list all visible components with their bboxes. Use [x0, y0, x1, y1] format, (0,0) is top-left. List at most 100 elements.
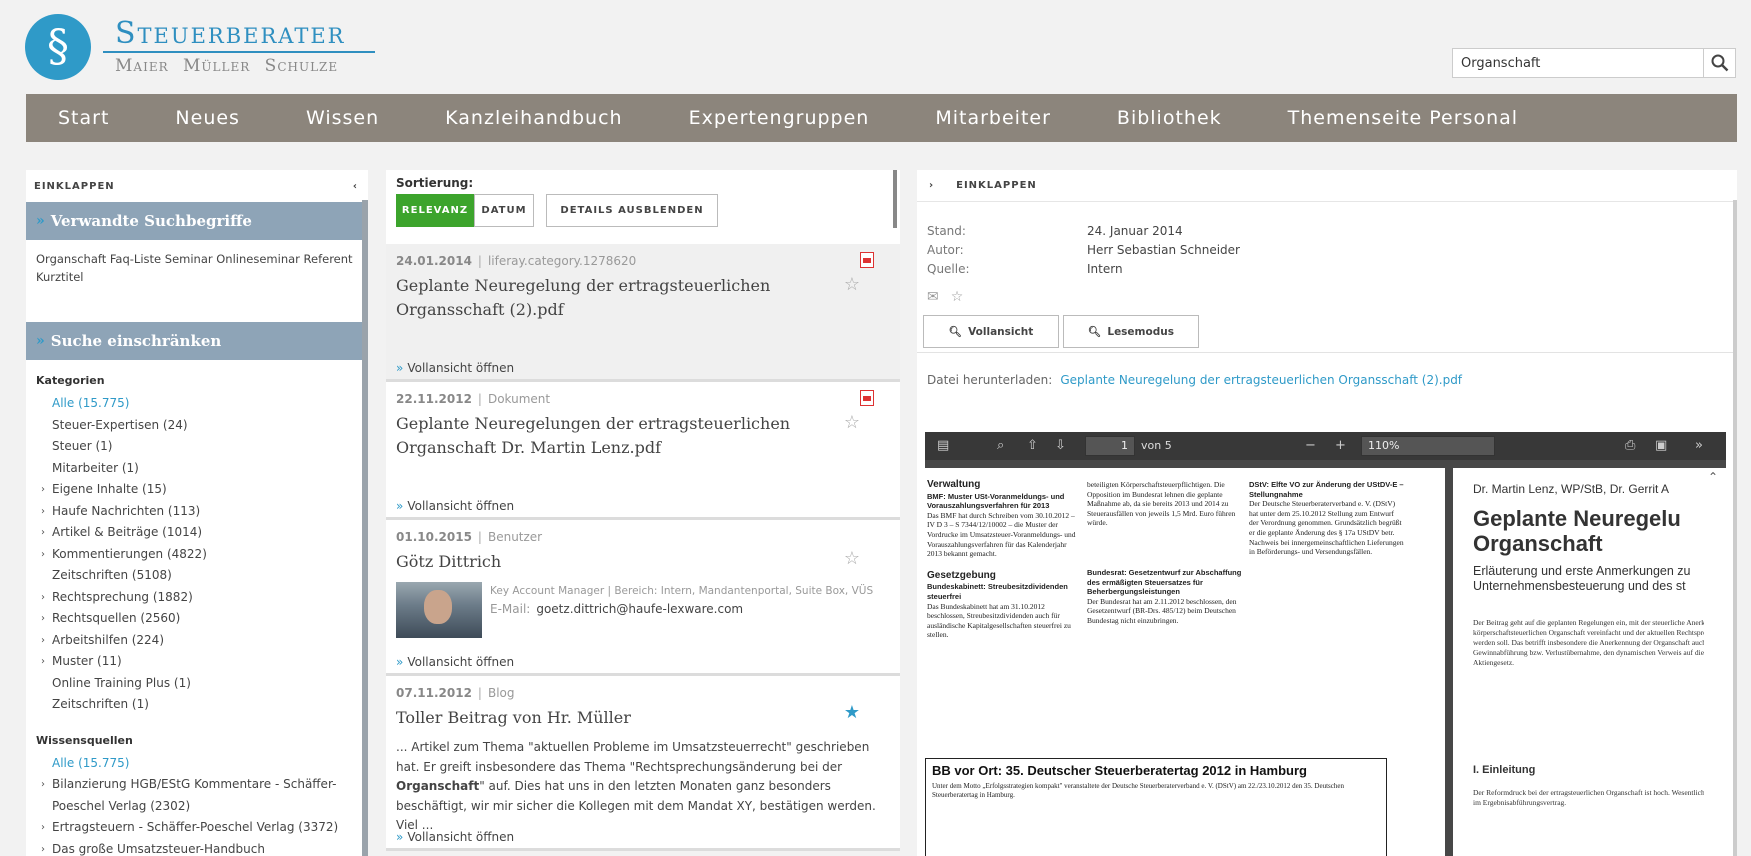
nav-item-bibliothek[interactable]: Bibliothek: [1117, 107, 1222, 129]
filter-item[interactable]: › Kommentierungen (4822): [36, 544, 368, 566]
pdf-scrollbar[interactable]: ⌃: [1704, 468, 1726, 856]
collapse-left-icon[interactable]: ‹: [353, 181, 358, 192]
filter-item[interactable]: Mitarbeiter (1): [36, 458, 368, 480]
left-collapse-bar[interactable]: EINKLAPPEN ‹: [26, 170, 368, 202]
filter-item[interactable]: › Arbeitshilfen (224): [36, 630, 368, 652]
zoom-select[interactable]: 110%: [1361, 436, 1495, 456]
save-icon[interactable]: ▣: [1655, 438, 1667, 453]
nav-item-wissen[interactable]: Wissen: [306, 107, 379, 129]
firm-logo[interactable]: § Steuerberater Maier Müller Schulze: [25, 14, 375, 84]
chevron-right-icon[interactable]: ›: [41, 817, 45, 839]
right-collapse-bar[interactable]: › EINKLAPPEN: [917, 170, 1737, 202]
chevron-right-icon[interactable]: ›: [41, 608, 45, 630]
sort-relevance-button[interactable]: RELEVANZ: [396, 194, 474, 227]
star-icon[interactable]: ☆: [844, 274, 860, 295]
star-filled-icon[interactable]: ★: [844, 702, 860, 723]
filter-item[interactable]: › Ertragsteuern - Schäffer-Poeschel Verla…: [36, 817, 368, 839]
chevron-right-icon[interactable]: ›: [41, 651, 45, 673]
download-link[interactable]: Geplante Neuregelung der ertragsteuerlic…: [1060, 373, 1462, 387]
search-icon[interactable]: ⌕: [997, 438, 1004, 453]
next-page-icon[interactable]: ⇩: [1055, 438, 1066, 453]
filter-item[interactable]: › Bilanzierung HGB/EStG Kommentare - Schä…: [36, 774, 368, 796]
left-scrollbar[interactable]: [362, 200, 368, 856]
nav-item-expertengruppen[interactable]: Expertengruppen: [689, 107, 870, 129]
filter-item[interactable]: › Rechtsquellen (2560): [36, 608, 368, 630]
star-icon[interactable]: ☆: [844, 548, 860, 569]
result-item[interactable]: 24.01.2014 | liferay.category.1278620 Gepl…: [386, 244, 900, 382]
filter-item[interactable]: › Das große Umsatzsteuer-Handbuch: [36, 839, 368, 856]
star-icon[interactable]: ☆: [951, 289, 964, 305]
filter-item[interactable]: › Haufe Nachrichten (113): [36, 501, 368, 523]
filter-item[interactable]: Zeitschriften (5108): [36, 565, 368, 587]
chevron-right-icon[interactable]: ›: [41, 774, 45, 796]
search-button[interactable]: [1703, 49, 1735, 77]
page-number-input[interactable]: 1: [1085, 436, 1135, 456]
filter-item[interactable]: Steuer (1): [36, 436, 368, 458]
zoom-in-icon[interactable]: +: [1335, 438, 1346, 453]
filter-item[interactable]: › Eigene Inhalte (15): [36, 479, 368, 501]
zoom-out-icon[interactable]: −: [1305, 438, 1316, 453]
avatar: [396, 582, 482, 638]
filter-item[interactable]: Alle (15.775): [36, 393, 368, 415]
filter-item[interactable]: › Rechtsprechung (1882): [36, 587, 368, 609]
previous-page-icon[interactable]: ⇧: [1027, 438, 1038, 453]
chevron-right-icon[interactable]: ›: [41, 479, 45, 501]
search-input[interactable]: [1453, 49, 1693, 77]
sort-date-button[interactable]: DATUM: [474, 194, 534, 227]
chevron-right-icon[interactable]: ›: [41, 630, 45, 652]
hide-details-button[interactable]: DETAILS AUSBLENDEN: [546, 194, 718, 227]
page-body: Der Beitrag geht auf die geplanten Regel…: [1473, 618, 1713, 667]
filter-item[interactable]: › Muster (11): [36, 651, 368, 673]
mail-icon[interactable]: ✉: [927, 289, 939, 305]
related-terms-list[interactable]: Organschaft Faq-Liste Seminar Onlinesemi…: [26, 240, 368, 322]
open-full-view-link[interactable]: » Vollansicht öffnen: [396, 830, 514, 844]
result-item[interactable]: 22.11.2012 | Dokument Geplante Neuregelung…: [386, 382, 900, 520]
open-full-view-link[interactable]: » Vollansicht öffnen: [396, 499, 514, 513]
open-full-view-link[interactable]: » Vollansicht öffnen: [396, 655, 514, 669]
nav-item-neues[interactable]: Neues: [175, 107, 240, 129]
person-email[interactable]: goetz.dittrich@haufe-lexware.com: [536, 602, 743, 616]
result-date: 01.10.2015: [396, 530, 472, 544]
double-chevron-icon: »: [36, 333, 45, 349]
nav-item-start[interactable]: Start: [58, 107, 109, 129]
search-icon: [1711, 54, 1728, 72]
page-title: Geplante Neuregelu Organschaft: [1473, 506, 1681, 556]
chevron-right-icon[interactable]: ›: [41, 587, 45, 609]
download-row: Datei herunterladen: Geplante Neuregelung…: [917, 353, 1737, 407]
full-view-button[interactable]: 🔍︎ Vollansicht: [923, 315, 1059, 348]
sort-label: Sortierung:: [396, 176, 474, 190]
logo-subtitle: Maier Müller Schulze: [115, 56, 339, 76]
sidebar-toggle-icon[interactable]: ▤: [937, 438, 949, 453]
nav-item-kanzleihandbuch[interactable]: Kanzleihandbuch: [445, 107, 622, 129]
chevron-right-icon[interactable]: ›: [41, 501, 45, 523]
filter-item[interactable]: Zeitschriften (1): [36, 694, 368, 716]
chevron-right-icon[interactable]: ›: [929, 180, 934, 191]
result-title[interactable]: Götz Dittrich: [396, 550, 836, 574]
chevron-right-icon[interactable]: ›: [41, 839, 45, 856]
read-mode-button[interactable]: 🔍︎ Lesemodus: [1063, 315, 1199, 348]
page-boxed-article: BB vor Ort: 35. Deutscher Steuerberatert…: [925, 758, 1387, 856]
result-title[interactable]: Geplante Neuregelungen der ertragsteuerl…: [396, 412, 836, 460]
more-tools-icon[interactable]: »: [1695, 438, 1703, 453]
result-title[interactable]: Geplante Neuregelung der ertragsteuerlic…: [396, 274, 836, 322]
scroll-up-icon[interactable]: ⌃: [1708, 470, 1718, 484]
filter-item[interactable]: Online Training Plus (1): [36, 673, 368, 695]
chevron-right-icon[interactable]: ›: [41, 522, 45, 544]
logo-title: Steuerberater: [115, 16, 346, 51]
print-icon[interactable]: ⎙: [1625, 438, 1635, 453]
open-full-view-link[interactable]: » Vollansicht öffnen: [396, 361, 514, 375]
results-scrollbar[interactable]: [893, 170, 897, 228]
star-icon[interactable]: ☆: [844, 412, 860, 433]
chevron-right-icon[interactable]: ›: [41, 544, 45, 566]
right-scrollbar[interactable]: [1733, 200, 1737, 856]
filter-item[interactable]: Alle (15.775): [36, 753, 368, 775]
nav-item-mitarbeiter[interactable]: Mitarbeiter: [935, 107, 1051, 129]
filter-item[interactable]: Steuer-Expertisen (24): [36, 415, 368, 437]
filter-item[interactable]: Poeschel Verlag (2302): [36, 796, 368, 818]
filter-item[interactable]: › Artikel & Beiträge (1014): [36, 522, 368, 544]
result-title[interactable]: Toller Beitrag von Hr. Müller: [396, 706, 836, 730]
nav-item-themenseite-personal[interactable]: Themenseite Personal: [1288, 107, 1518, 129]
result-item[interactable]: 01.10.2015 | Benutzer Götz Dittrich ☆ Key …: [386, 520, 900, 676]
result-date: 07.11.2012: [396, 686, 472, 700]
result-item[interactable]: 07.11.2012 | Blog Toller Beitrag von Hr. M…: [386, 676, 900, 851]
